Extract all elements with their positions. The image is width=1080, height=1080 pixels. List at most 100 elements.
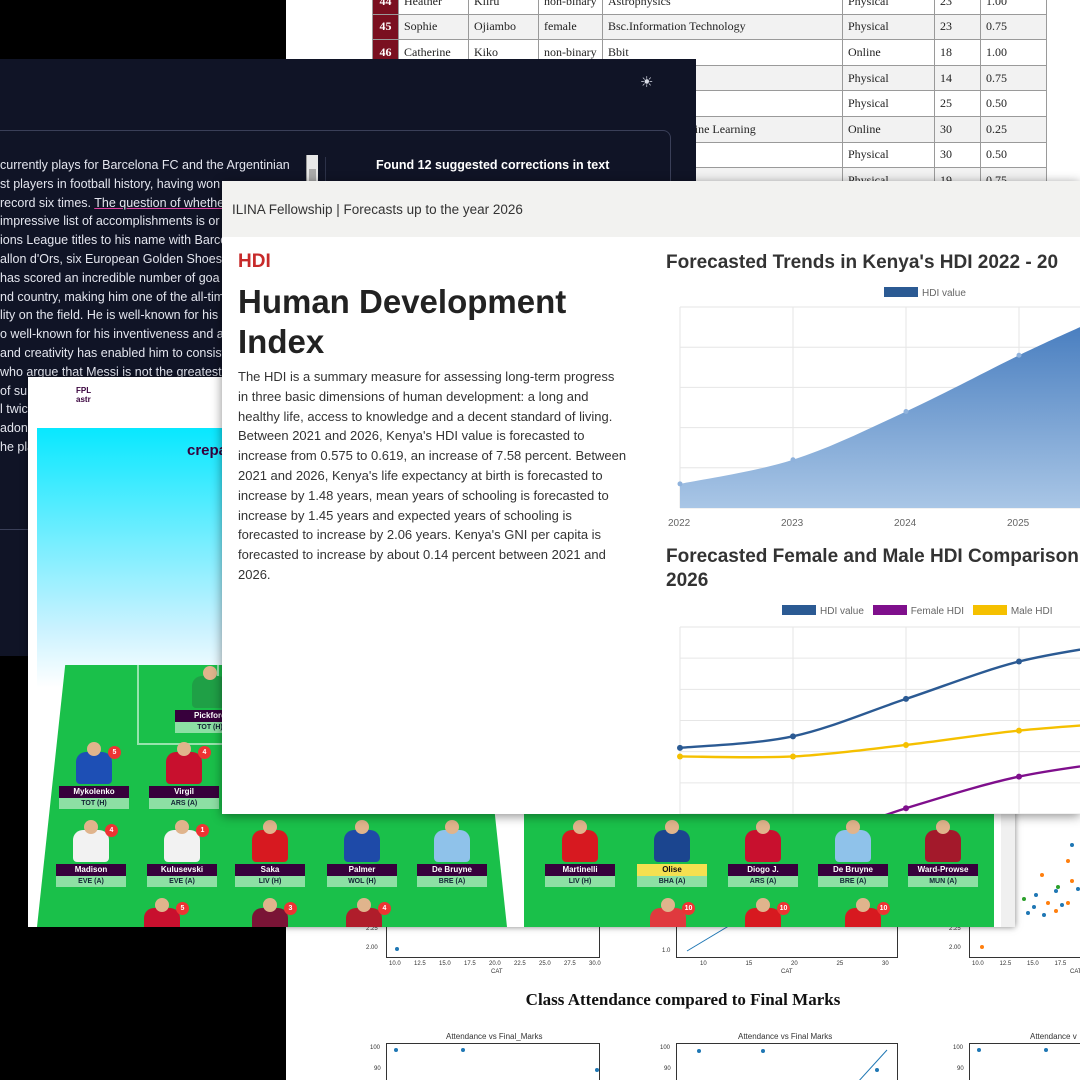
x-tick-label: 2023 bbox=[781, 518, 804, 529]
plot-title: Attendance v bbox=[1030, 1032, 1077, 1041]
player-fixture: ARS (A) bbox=[728, 876, 798, 887]
player-card[interactable]: Martinelli LIV (H) bbox=[545, 820, 615, 887]
x-tick: 20.0 bbox=[489, 961, 501, 967]
table-cell: Kiiru bbox=[468, 0, 539, 15]
shirt-icon bbox=[925, 820, 961, 862]
table-cell: Sophie bbox=[398, 13, 469, 41]
player-name: Madison bbox=[56, 864, 126, 876]
data-point bbox=[790, 753, 796, 760]
x-tick: 25 bbox=[836, 961, 844, 967]
plot-point bbox=[1054, 909, 1058, 913]
x-tick: 27.5 bbox=[564, 961, 576, 967]
shirt-icon bbox=[252, 820, 288, 862]
player-card[interactable]: Ward-Prowse MUN (A) bbox=[908, 820, 978, 887]
table-cell: Physical bbox=[842, 90, 935, 117]
player-fixture: EVE (A) bbox=[147, 876, 217, 887]
plot-point bbox=[1076, 887, 1080, 891]
data-point bbox=[903, 741, 909, 748]
y-tick: 1.0 bbox=[662, 948, 671, 954]
player-fixture: MUN (A) bbox=[908, 876, 978, 887]
plot-point bbox=[395, 947, 399, 951]
plot-point bbox=[1070, 843, 1074, 847]
hdi-comparison-chart[interactable] bbox=[666, 614, 1080, 814]
y-tick: 90 bbox=[664, 1066, 671, 1072]
plot-point bbox=[1034, 893, 1038, 897]
hdi-window: ILINA Fellowship | Forecasts up to the y… bbox=[222, 181, 1080, 814]
plot-point bbox=[697, 1049, 701, 1053]
sun-icon[interactable]: ☀ bbox=[640, 73, 653, 91]
data-point bbox=[790, 733, 796, 740]
player-card[interactable]: De Bruyne BRE (A) bbox=[818, 820, 888, 887]
player-card[interactable]: 5 Mykolenko TOT (H) bbox=[59, 742, 129, 809]
player-name: Virgil bbox=[149, 786, 219, 798]
plot-point bbox=[1032, 905, 1036, 909]
player-card[interactable]: Saka LIV (H) bbox=[235, 820, 305, 887]
points-badge: 10 bbox=[682, 902, 695, 915]
table-cell: Physical bbox=[842, 0, 935, 15]
player-card[interactable]: 4 bbox=[329, 898, 399, 927]
data-point bbox=[1016, 352, 1022, 358]
attendance-plot-2 bbox=[676, 1043, 898, 1080]
data-point bbox=[903, 695, 909, 702]
plot-point bbox=[1070, 879, 1074, 883]
x-axis-label: CAT bbox=[1070, 969, 1080, 975]
suggested-correction[interactable]: The question of whethe bbox=[94, 196, 224, 210]
plot-point bbox=[761, 1049, 765, 1053]
shirt-icon bbox=[346, 898, 382, 927]
points-badge: 4 bbox=[378, 902, 391, 915]
player-card[interactable]: Diogo J. ARS (A) bbox=[728, 820, 798, 887]
player-card[interactable]: Palmer WOL (H) bbox=[327, 820, 397, 887]
player-fixture: LIV (H) bbox=[235, 876, 305, 887]
player-card[interactable]: 4 Madison EVE (A) bbox=[56, 820, 126, 887]
table-cell: Astrophysics bbox=[602, 0, 843, 15]
x-tick: 17.5 bbox=[464, 961, 476, 967]
data-point bbox=[1016, 727, 1022, 734]
player-card[interactable]: 10 bbox=[633, 898, 703, 927]
points-badge: 3 bbox=[284, 902, 297, 915]
player-card[interactable]: De Bruyne BRE (A) bbox=[417, 820, 487, 887]
x-tick: 10 bbox=[700, 961, 707, 967]
plot-point bbox=[1054, 889, 1058, 893]
table-cell: 14 bbox=[934, 64, 981, 92]
shirt-icon bbox=[144, 898, 180, 927]
player-card[interactable]: 4 Virgil ARS (A) bbox=[149, 742, 219, 809]
x-tick: 22.5 bbox=[514, 961, 526, 967]
y-tick: 2.00 bbox=[949, 945, 961, 951]
fpl-logo[interactable]: FPL astr bbox=[76, 386, 116, 406]
hdi-area-chart[interactable]: 2022 2023 2024 2025 bbox=[666, 293, 1080, 533]
player-card[interactable]: 1 Kulusevski EVE (A) bbox=[147, 820, 217, 887]
x-tick: 30 bbox=[882, 961, 889, 967]
shirt-icon bbox=[252, 898, 288, 927]
player-card[interactable]: 10 bbox=[828, 898, 898, 927]
plot-point bbox=[1066, 901, 1070, 905]
x-tick-label: 2024 bbox=[894, 518, 917, 529]
data-point bbox=[790, 457, 796, 463]
data-point bbox=[903, 409, 909, 415]
x-tick: 15 bbox=[745, 961, 753, 967]
plot-point bbox=[461, 1048, 465, 1052]
x-tick: 20 bbox=[791, 961, 798, 967]
y-tick: 90 bbox=[374, 1066, 381, 1072]
player-card[interactable]: 10 bbox=[728, 898, 798, 927]
plot-point bbox=[1022, 897, 1026, 901]
table-cell: Heather bbox=[398, 0, 469, 15]
essay-line-text: record six times. bbox=[0, 195, 95, 210]
page-title: Human Development Index bbox=[238, 283, 567, 360]
table-cell: Online bbox=[842, 115, 935, 143]
data-point bbox=[677, 744, 683, 751]
row-index: 44 bbox=[372, 0, 399, 15]
player-fixture: WOL (H) bbox=[327, 876, 397, 887]
x-tick: 15.0 bbox=[1027, 961, 1039, 967]
series-female-line bbox=[884, 765, 1080, 814]
table-cell: 1.00 bbox=[980, 0, 1047, 15]
x-tick: 15.0 bbox=[439, 961, 451, 967]
player-card[interactable]: Olise BHA (A) bbox=[637, 820, 707, 887]
player-card[interactable]: 3 bbox=[235, 898, 305, 927]
player-card[interactable]: 5 bbox=[127, 898, 197, 927]
player-name: Palmer bbox=[327, 864, 397, 876]
table-cell: Physical bbox=[842, 13, 935, 41]
shirt-icon bbox=[745, 898, 781, 927]
table-cell: Physical bbox=[842, 64, 935, 92]
plot-point bbox=[1046, 901, 1050, 905]
player-name: Olise bbox=[637, 864, 707, 876]
